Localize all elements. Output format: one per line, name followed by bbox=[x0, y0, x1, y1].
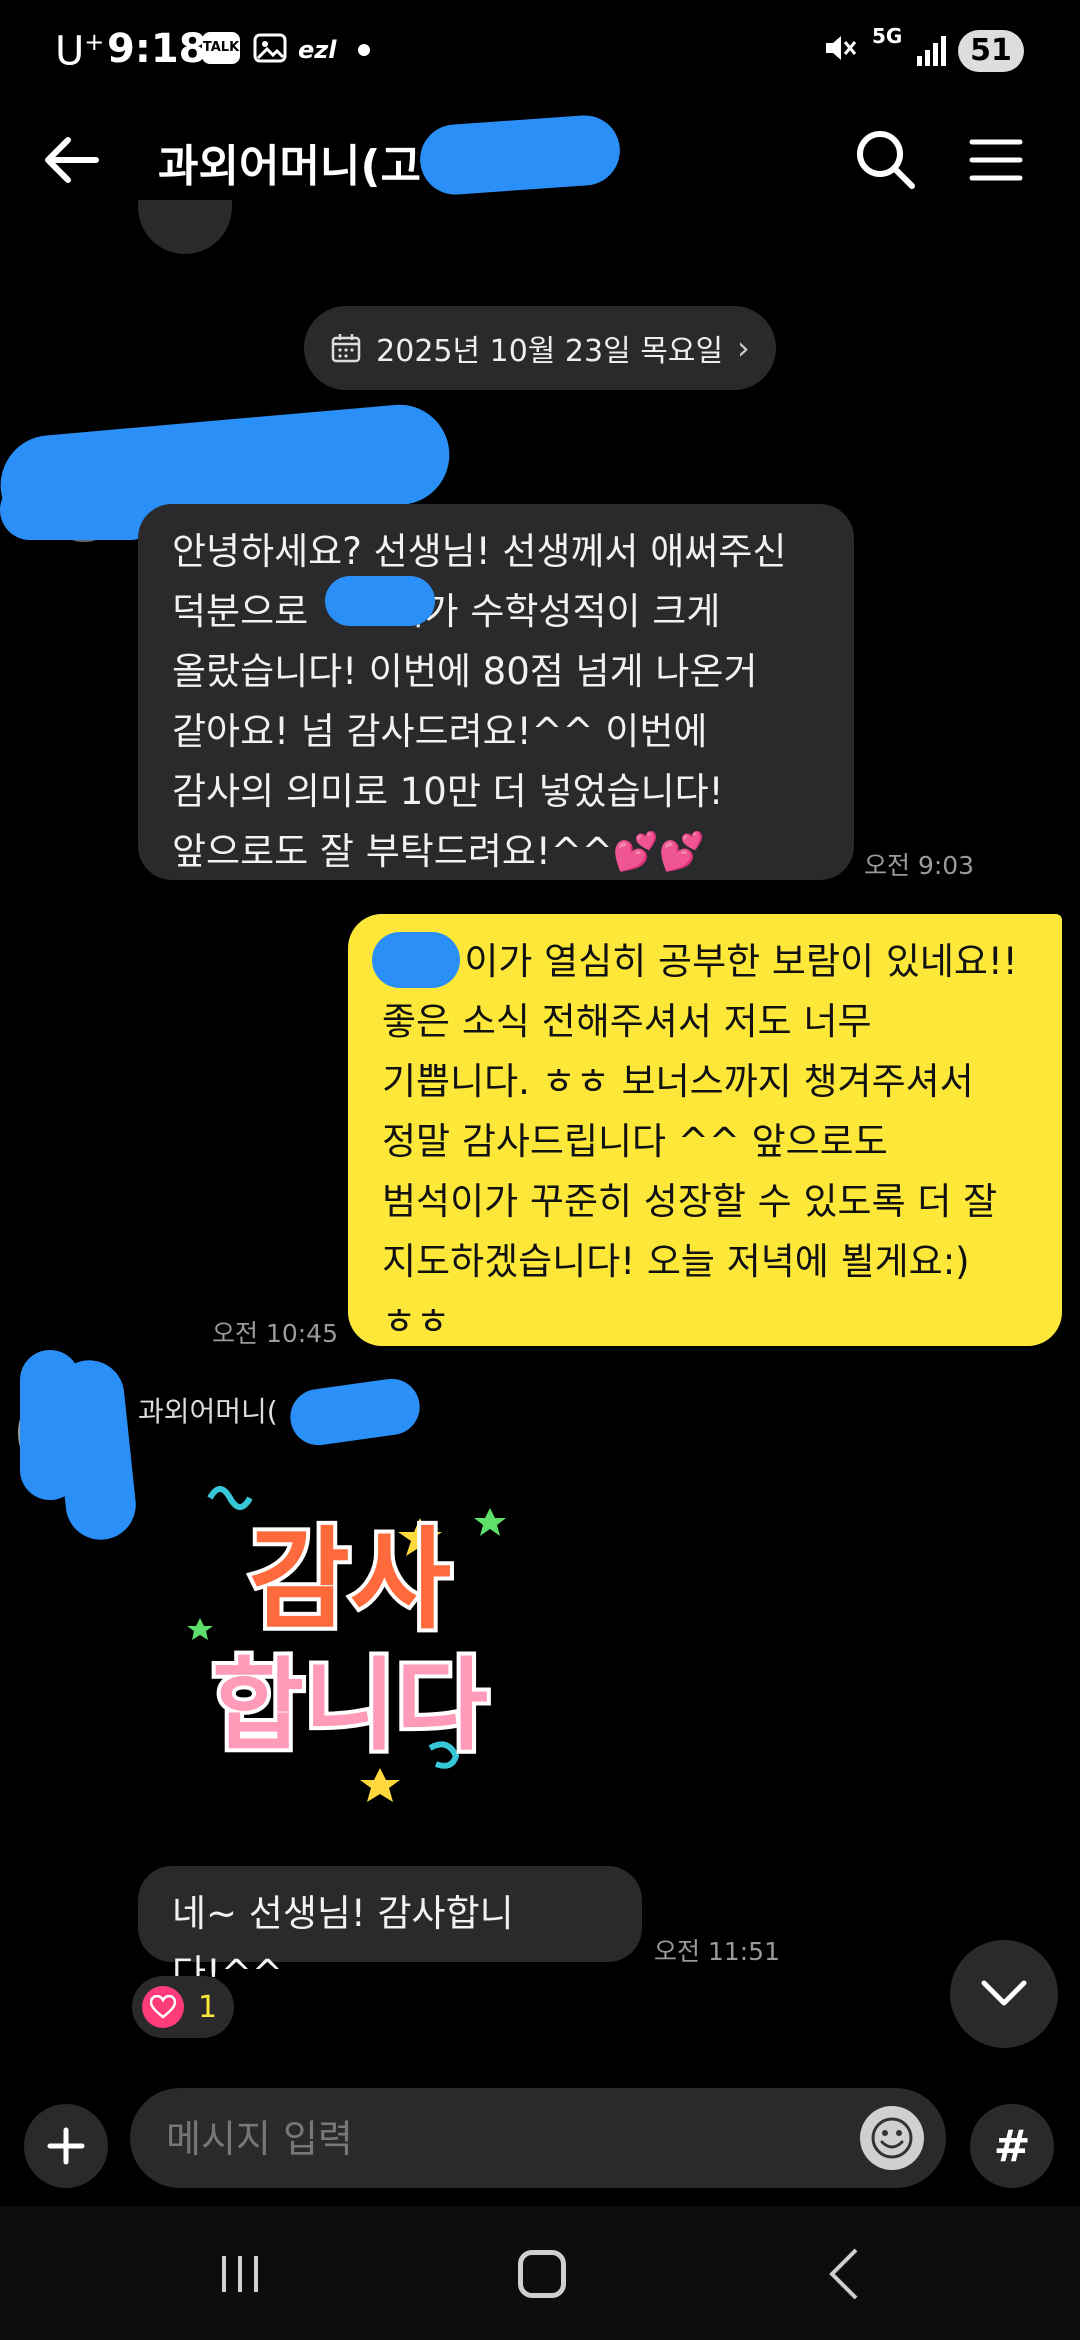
smiley-icon bbox=[871, 2117, 913, 2159]
reaction-chip[interactable]: 1 bbox=[132, 1976, 234, 2038]
avatar-redaction bbox=[50, 1356, 140, 1544]
message-line: 덕분으로 이가 수학성적이 크게 bbox=[172, 590, 721, 633]
carrier-label: U+ bbox=[55, 28, 105, 75]
hamburger-icon bbox=[969, 139, 1023, 181]
message-line: 앞으로도 잘 부탁드려요!^^💕💕 bbox=[172, 830, 705, 873]
sticker-line2: 합니다 bbox=[212, 1647, 488, 1764]
message-line: 범석이가 꾸준히 성장할 수 있도록 더 잘 bbox=[382, 1180, 998, 1223]
heart-icon bbox=[142, 1986, 184, 2028]
message-input[interactable] bbox=[164, 2110, 848, 2168]
previous-reaction-chip bbox=[138, 200, 232, 254]
battery-indicator: 51 bbox=[958, 30, 1024, 72]
talk-notification-icon: TALK bbox=[202, 32, 240, 64]
back-button[interactable] bbox=[40, 130, 110, 190]
status-bar: U+ 9:18 TALK ezl 5G 51 bbox=[0, 0, 1080, 100]
emoji-button[interactable] bbox=[860, 2106, 924, 2170]
student-name-redaction bbox=[325, 576, 435, 626]
message-text: 네~ 선생님! 감사합니다!^^ bbox=[172, 1892, 514, 1995]
sender-redaction bbox=[286, 1375, 424, 1449]
message-line: 같아요! 넘 감사드려요!^^ 이번에 bbox=[172, 710, 708, 753]
date-divider-button[interactable]: 2025년 10월 23일 목요일 › bbox=[304, 306, 776, 390]
message-line: 좋은 소식 전해주셔서 저도 너무 bbox=[382, 1000, 872, 1043]
incoming-message-bubble[interactable]: 네~ 선생님! 감사합니다!^^ bbox=[138, 1866, 642, 1995]
signal-icon bbox=[915, 34, 949, 72]
message-line: 정말 감사드립니다 ^^ 앞으로도 bbox=[382, 1120, 888, 1163]
search-button[interactable] bbox=[852, 126, 918, 192]
clock: 9:18 bbox=[107, 26, 207, 72]
message-line: 이가 열심히 공부한 보람이 있네요!! bbox=[382, 940, 1018, 983]
message-input-container bbox=[130, 2088, 946, 2188]
message-timestamp: 오전 10:45 bbox=[212, 1319, 338, 1348]
mute-icon bbox=[822, 30, 858, 75]
more-notifications-dot bbox=[358, 44, 370, 56]
menu-button[interactable] bbox=[966, 130, 1026, 190]
search-icon bbox=[857, 131, 915, 189]
recent-apps-button[interactable] bbox=[218, 2252, 262, 2300]
name-redaction bbox=[417, 113, 623, 197]
chat-title: 과외어머니(고 bbox=[158, 141, 421, 192]
message-line: ㅎㅎ bbox=[382, 1300, 451, 1343]
chevron-left-icon bbox=[829, 2248, 858, 2300]
network-5g-icon: 5G bbox=[872, 24, 903, 48]
message-line: 감사의 의미로 10만 더 넣었습니다! bbox=[172, 770, 724, 813]
message-line: 지도하겠습니다! 오늘 저녁에 뵐게요:) bbox=[382, 1240, 970, 1283]
home-button[interactable] bbox=[518, 2250, 566, 2298]
message-timestamp: 오전 9:03 bbox=[864, 851, 975, 880]
recent-apps-icon bbox=[222, 2256, 258, 2292]
message-line: 기쁩니다. ㅎㅎ 보너스까지 챙겨주셔서 bbox=[382, 1060, 974, 1103]
chevron-right-icon: › bbox=[737, 329, 750, 367]
incoming-message-bubble[interactable]: 안녕하세요? 선생님! 선생께서 애써주신 덕분으로 이가 수학성적이 크게 올… bbox=[138, 504, 854, 880]
avatar-redaction bbox=[0, 480, 160, 540]
date-label: 2025년 10월 23일 목요일 bbox=[376, 334, 724, 369]
message-timestamp: 오전 11:51 bbox=[654, 1937, 780, 1966]
system-back-button[interactable] bbox=[826, 2246, 862, 2306]
outgoing-message-bubble[interactable]: 이가 열심히 공부한 보람이 있네요!! 좋은 소식 전해주셔서 저도 너무 기… bbox=[348, 914, 1062, 1346]
scroll-to-bottom-button[interactable] bbox=[950, 1940, 1058, 2048]
reaction-count: 1 bbox=[198, 1989, 218, 2025]
attach-button[interactable] bbox=[24, 2104, 108, 2188]
student-name-redaction bbox=[372, 932, 460, 988]
thank-you-sticker[interactable]: 감사 합니다 bbox=[150, 1478, 550, 1808]
calendar-icon bbox=[331, 334, 361, 363]
plus-icon bbox=[47, 2127, 85, 2165]
sticker-line1: 감사 bbox=[249, 1516, 451, 1644]
gallery-notification-icon bbox=[252, 30, 288, 70]
chevron-down-icon bbox=[981, 1980, 1027, 2006]
hashtag-button[interactable]: # bbox=[970, 2104, 1054, 2188]
arrow-left-icon bbox=[45, 137, 99, 183]
message-line: 안녕하세요? 선생님! 선생께서 애써주신 bbox=[172, 530, 787, 573]
ezl-icon: ezl bbox=[298, 36, 337, 64]
message-line: 올랐습니다! 이번에 80점 넘게 나온거 bbox=[172, 650, 758, 693]
